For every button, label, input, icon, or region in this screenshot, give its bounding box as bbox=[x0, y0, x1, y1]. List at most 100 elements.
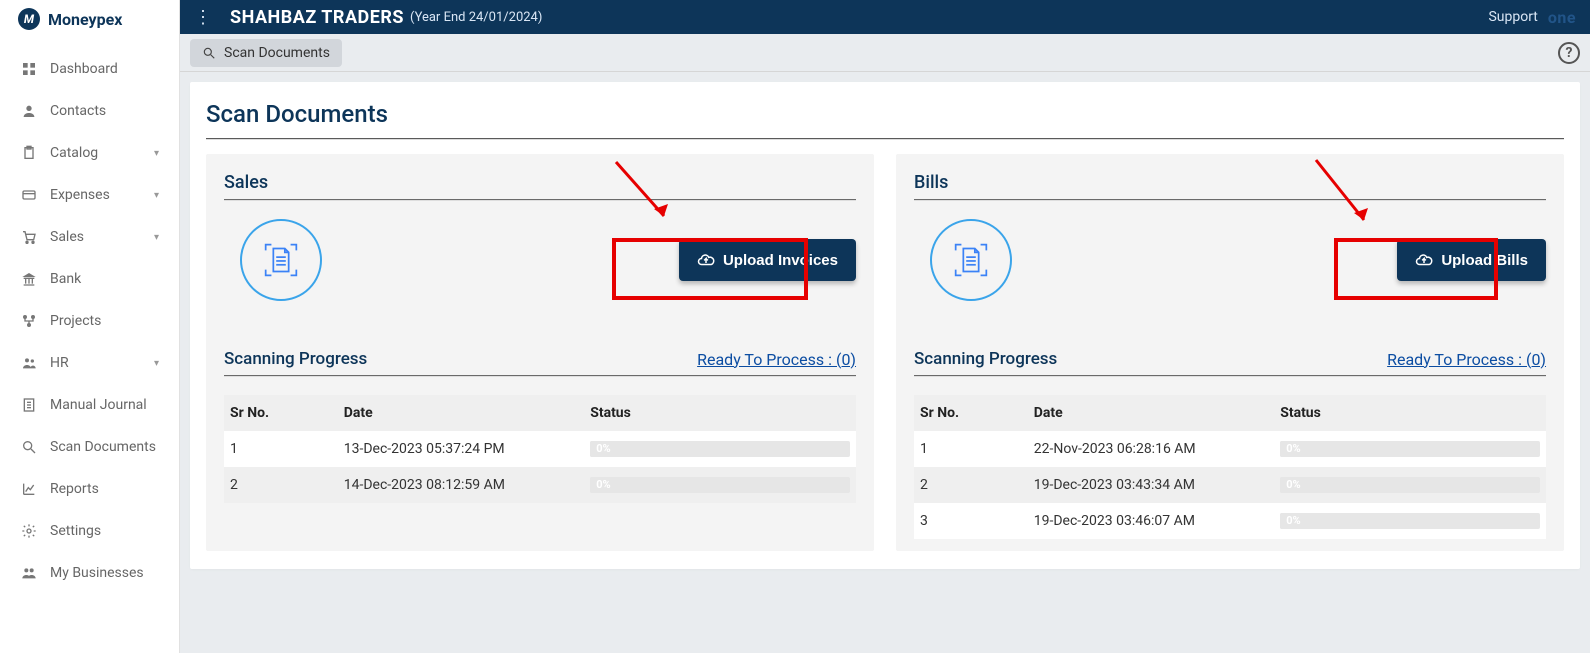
people-icon bbox=[20, 354, 38, 372]
search-icon bbox=[20, 438, 38, 456]
cell-sr: 1 bbox=[914, 431, 1028, 467]
cell-sr: 3 bbox=[914, 503, 1028, 539]
sidebar-item-settings[interactable]: Settings bbox=[0, 510, 179, 552]
sidebar-item-label: Dashboard bbox=[50, 61, 118, 77]
sidebar-item-projects[interactable]: Projects bbox=[0, 300, 179, 342]
cell-status: 0% bbox=[1274, 503, 1546, 539]
col-date: Date bbox=[338, 395, 584, 431]
user-icon bbox=[20, 102, 38, 120]
sidebar-nav: DashboardContactsCatalog▾Expenses▾Sales▾… bbox=[0, 36, 179, 594]
top-bar: ⋮ SHAHBAZ TRADERS (Year End 24/01/2024) … bbox=[180, 0, 1590, 34]
sidebar-item-label: Expenses bbox=[50, 187, 110, 203]
sidebar-item-label: HR bbox=[50, 355, 69, 371]
chevron-down-icon: ▾ bbox=[154, 148, 159, 159]
progress-percent: 0% bbox=[596, 477, 610, 493]
clipboard-icon bbox=[20, 144, 38, 162]
cell-status: 0% bbox=[584, 467, 856, 503]
bills-ready-link[interactable]: Ready To Process : (0) bbox=[1387, 350, 1546, 369]
table-row: 319-Dec-2023 03:46:07 AM 0% bbox=[914, 503, 1546, 539]
progress-bar: 0% bbox=[1280, 441, 1540, 457]
col-status: Status bbox=[1274, 395, 1546, 431]
sidebar-item-my-businesses[interactable]: My Businesses bbox=[0, 552, 179, 594]
divider bbox=[914, 199, 1546, 201]
progress-bar: 0% bbox=[1280, 513, 1540, 529]
divider bbox=[224, 375, 856, 377]
cell-date: 22-Nov-2023 06:28:16 AM bbox=[1028, 431, 1274, 467]
search-icon bbox=[202, 46, 216, 60]
document-scan-icon bbox=[930, 219, 1012, 301]
breadcrumb-bar: Scan Documents ? bbox=[180, 34, 1590, 72]
chevron-down-icon: ▾ bbox=[154, 232, 159, 243]
panels-row: Sales Upload Invoices bbox=[206, 154, 1564, 551]
sales-ready-link[interactable]: Ready To Process : (0) bbox=[697, 350, 856, 369]
sidebar: M Moneypex DashboardContactsCatalog▾Expe… bbox=[0, 0, 180, 653]
chevron-down-icon: ▾ bbox=[154, 190, 159, 201]
sidebar-item-bank[interactable]: Bank bbox=[0, 258, 179, 300]
bills-panel-title: Bills bbox=[914, 172, 1546, 193]
card-icon bbox=[20, 186, 38, 204]
support-link[interactable]: Support bbox=[1488, 9, 1537, 25]
cell-date: 13-Dec-2023 05:37:24 PM bbox=[338, 431, 584, 467]
table-row: 113-Dec-2023 05:37:24 PM 0% bbox=[224, 431, 856, 467]
cell-sr: 1 bbox=[224, 431, 338, 467]
cell-sr: 2 bbox=[914, 467, 1028, 503]
brand-suffix: one bbox=[1548, 8, 1576, 27]
col-sr: Sr No. bbox=[224, 395, 338, 431]
sidebar-item-label: Catalog bbox=[50, 145, 98, 161]
sidebar-item-scan-documents[interactable]: Scan Documents bbox=[0, 426, 179, 468]
progress-percent: 0% bbox=[596, 441, 610, 457]
sales-progress-table: Sr No. Date Status 113-Dec-2023 05:37:24… bbox=[224, 395, 856, 503]
breadcrumb-label: Scan Documents bbox=[224, 45, 330, 61]
journal-icon bbox=[20, 396, 38, 414]
breadcrumb[interactable]: Scan Documents bbox=[190, 39, 342, 67]
sidebar-item-contacts[interactable]: Contacts bbox=[0, 90, 179, 132]
brand-name: Moneypex bbox=[48, 10, 122, 29]
page-box: Scan Documents Sales bbox=[190, 82, 1580, 569]
sidebar-item-label: Projects bbox=[50, 313, 101, 329]
sidebar-item-manual-journal[interactable]: Manual Journal bbox=[0, 384, 179, 426]
sales-progress-title: Scanning Progress bbox=[224, 349, 367, 369]
sales-panel: Sales Upload Invoices bbox=[206, 154, 874, 551]
dashboard-icon bbox=[20, 60, 38, 78]
col-sr: Sr No. bbox=[914, 395, 1028, 431]
gear-icon bbox=[20, 522, 38, 540]
progress-percent: 0% bbox=[1286, 513, 1300, 529]
sidebar-item-sales[interactable]: Sales▾ bbox=[0, 216, 179, 258]
sidebar-item-label: Bank bbox=[50, 271, 81, 287]
cell-date: 19-Dec-2023 03:43:34 AM bbox=[1028, 467, 1274, 503]
divider bbox=[914, 375, 1546, 377]
table-row: 214-Dec-2023 08:12:59 AM0% bbox=[224, 467, 856, 503]
col-date: Date bbox=[1028, 395, 1274, 431]
col-status: Status bbox=[584, 395, 856, 431]
chart-icon bbox=[20, 480, 38, 498]
bills-panel: Bills Upload Bills bbox=[896, 154, 1564, 551]
bank-icon bbox=[20, 270, 38, 288]
sidebar-item-expenses[interactable]: Expenses ▾ bbox=[0, 174, 179, 216]
sidebar-item-label: My Businesses bbox=[50, 565, 144, 581]
bills-progress-table: Sr No. Date Status 122-Nov-2023 06:28:16… bbox=[914, 395, 1546, 539]
brand-badge-icon: M bbox=[18, 8, 40, 30]
company-name: SHAHBAZ TRADERS bbox=[230, 7, 404, 28]
main-content: Scan Documents Sales bbox=[180, 72, 1590, 653]
brand-logo[interactable]: M Moneypex bbox=[0, 0, 179, 36]
sidebar-item-reports[interactable]: Reports bbox=[0, 468, 179, 510]
sidebar-item-label: Scan Documents bbox=[50, 439, 156, 455]
sidebar-item-catalog[interactable]: Catalog ▾ bbox=[0, 132, 179, 174]
cell-date: 19-Dec-2023 03:46:07 AM bbox=[1028, 503, 1274, 539]
sidebar-item-dashboard[interactable]: Dashboard bbox=[0, 48, 179, 90]
divider bbox=[206, 138, 1564, 140]
table-row: 122-Nov-2023 06:28:16 AM 0% bbox=[914, 431, 1546, 467]
sales-panel-title: Sales bbox=[224, 172, 856, 193]
sidebar-item-label: Manual Journal bbox=[50, 397, 147, 413]
sidebar-item-hr[interactable]: HR ▾ bbox=[0, 342, 179, 384]
menu-dots-icon[interactable]: ⋮ bbox=[194, 7, 212, 28]
year-end: (Year End 24/01/2024) bbox=[410, 10, 542, 25]
sidebar-item-label: Settings bbox=[50, 523, 101, 539]
help-icon[interactable]: ? bbox=[1558, 42, 1580, 64]
document-scan-icon bbox=[240, 219, 322, 301]
cell-status: 0% bbox=[584, 431, 856, 467]
chevron-down-icon: ▾ bbox=[154, 358, 159, 369]
bills-progress-header: Scanning Progress Ready To Process : (0) bbox=[914, 349, 1546, 369]
cell-date: 14-Dec-2023 08:12:59 AM bbox=[338, 467, 584, 503]
table-row: 219-Dec-2023 03:43:34 AM0% bbox=[914, 467, 1546, 503]
